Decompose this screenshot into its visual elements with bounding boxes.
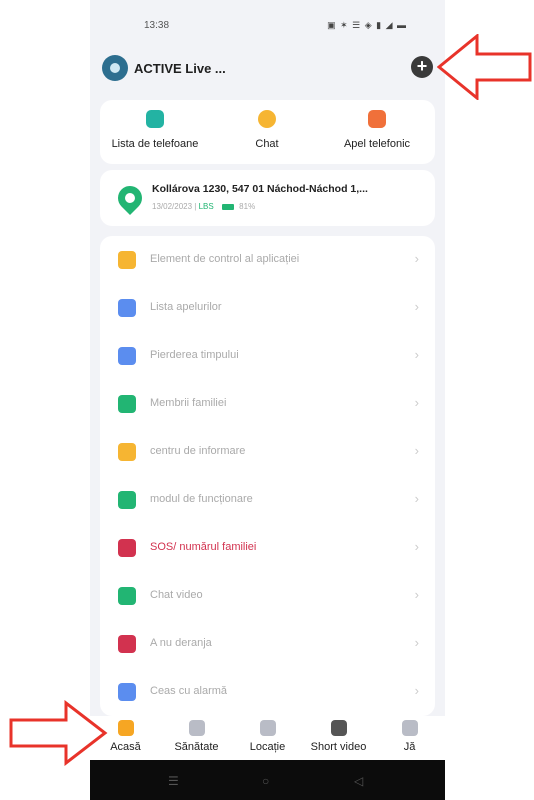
tab-person[interactable]: Jă <box>374 718 445 753</box>
chevron-right-icon: › <box>414 491 419 506</box>
tab-camera[interactable]: Short video <box>303 718 374 753</box>
quick-action-label: Lista de telefoane <box>111 138 199 150</box>
menu-item-label: SOS/ numărul familiei <box>150 541 257 553</box>
menu-item-label: centru de informare <box>150 445 246 457</box>
menu-item-app-control[interactable]: Element de control al aplicației › <box>100 236 435 285</box>
menu-item-family-members[interactable]: Membrii familiei › <box>100 380 435 429</box>
device-title[interactable]: ACTIVE Live ... <box>134 61 226 76</box>
phone-call-icon <box>368 110 386 128</box>
battery-icon <box>221 203 234 210</box>
menu-item-sos[interactable]: SOS/ numărul familiei › <box>100 524 435 573</box>
location-card[interactable]: Kollárova 1230, 547 01 Náchod-Náchod 1,.… <box>100 170 435 226</box>
app-control-icon <box>118 251 136 269</box>
chevron-right-icon: › <box>414 395 419 410</box>
tab-heart[interactable]: Sănătate <box>161 718 232 753</box>
menu-item-label: Membrii familiei <box>150 397 227 409</box>
chevron-right-icon: › <box>414 347 419 362</box>
location-source: LBS <box>198 202 214 211</box>
chevron-right-icon: › <box>414 587 419 602</box>
alarm-clock-icon <box>118 683 136 701</box>
chat-bubble-icon <box>258 110 276 128</box>
tab-label: Short video <box>310 741 367 753</box>
status-icons: ▣ ✶ ☰ ◈ ▮ ◢ ▬ <box>327 20 407 30</box>
location-pin-icon <box>113 181 147 215</box>
person-icon <box>401 720 418 736</box>
location-icon <box>259 720 276 736</box>
annotation-arrow-add-button <box>437 34 532 100</box>
contacts-icon <box>146 110 164 128</box>
quick-action-label: Chat <box>255 138 279 150</box>
quick-action-label: Apel telefonic <box>343 138 411 150</box>
recent-apps-button[interactable]: ☰ <box>168 774 179 788</box>
menu-item-label: Element de control al aplicației <box>150 253 300 265</box>
menu-item-label: Ceas cu alarmă <box>150 685 228 697</box>
work-mode-icon <box>118 491 136 509</box>
chevron-right-icon: › <box>414 683 419 698</box>
family-members-icon <box>118 395 136 413</box>
home-icon <box>117 720 134 736</box>
chevron-right-icon: › <box>414 251 419 266</box>
status-time: 13:38 <box>144 20 170 31</box>
menu-item-work-mode[interactable]: modul de funcționare › <box>100 476 435 525</box>
tab-label: Sănătate <box>174 741 219 753</box>
annotation-arrow-home-tab <box>9 700 108 766</box>
menu-item-alarm-clock[interactable]: Ceas cu alarmă › <box>100 668 435 717</box>
info-center-icon <box>118 443 136 461</box>
chevron-right-icon: › <box>414 635 419 650</box>
chevron-right-icon: › <box>414 443 419 458</box>
do-not-disturb-icon <box>118 635 136 653</box>
menu-item-label: Pierderea timpului <box>150 349 239 361</box>
location-date: 13/02/2023 | <box>152 202 197 211</box>
phone-screen: 13:38 ▣ ✶ ☰ ◈ ▮ ◢ ▬ ACTIVE Live ... + Li… <box>90 0 445 800</box>
menu-item-label: modul de funcționare <box>150 493 253 505</box>
camera-icon <box>330 720 347 736</box>
menu-item-call-list[interactable]: Lista apelurilor › <box>100 284 435 333</box>
battery-level: 81% <box>239 202 256 211</box>
chevron-right-icon: › <box>414 539 419 554</box>
tab-label: Jă <box>403 741 416 753</box>
menu-item-video-call[interactable]: Chat video › <box>100 572 435 621</box>
quick-action-phone-call[interactable]: Apel telefonic <box>322 110 432 150</box>
call-list-icon <box>118 299 136 317</box>
menu-item-label: A nu deranja <box>150 637 212 649</box>
heart-icon <box>188 720 205 736</box>
menu-item-label: Chat video <box>150 589 203 601</box>
location-address: Kollárova 1230, 547 01 Náchod-Náchod 1,.… <box>152 183 368 195</box>
back-button[interactable]: ◁ <box>354 774 363 788</box>
home-button[interactable]: ○ <box>262 774 269 788</box>
video-call-icon <box>118 587 136 605</box>
quick-action-chat[interactable]: Chat <box>212 110 322 150</box>
bottom-tab-bar: Acasă Sănătate Locație Short video Jă <box>90 716 445 760</box>
sos-icon <box>118 539 136 557</box>
app-header: ACTIVE Live ... + <box>90 48 445 88</box>
add-device-button[interactable]: + <box>411 56 433 78</box>
quick-actions-card: Lista de telefoane Chat Apel telefonic <box>100 100 435 164</box>
menu-item-do-not-disturb[interactable]: A nu deranja › <box>100 620 435 669</box>
tab-label: Locație <box>249 741 286 753</box>
tab-location[interactable]: Locație <box>232 718 303 753</box>
menu-item-time-loss[interactable]: Pierderea timpului › <box>100 332 435 381</box>
chevron-right-icon: › <box>414 299 419 314</box>
device-avatar[interactable] <box>102 55 128 81</box>
time-loss-icon <box>118 347 136 365</box>
status-bar: 13:38 ▣ ✶ ☰ ◈ ▮ ◢ ▬ <box>90 0 445 40</box>
menu-item-info-center[interactable]: centru de informare › <box>100 428 435 477</box>
menu-item-label: Lista apelurilor <box>150 301 222 313</box>
location-meta: 13/02/2023 | LBS 81% <box>152 202 255 211</box>
system-nav-bar: ☰ ○ ◁ <box>90 760 445 800</box>
feature-menu: Element de control al aplicației › Lista a… <box>100 236 435 716</box>
quick-action-phone-list[interactable]: Lista de telefoane <box>100 110 210 150</box>
